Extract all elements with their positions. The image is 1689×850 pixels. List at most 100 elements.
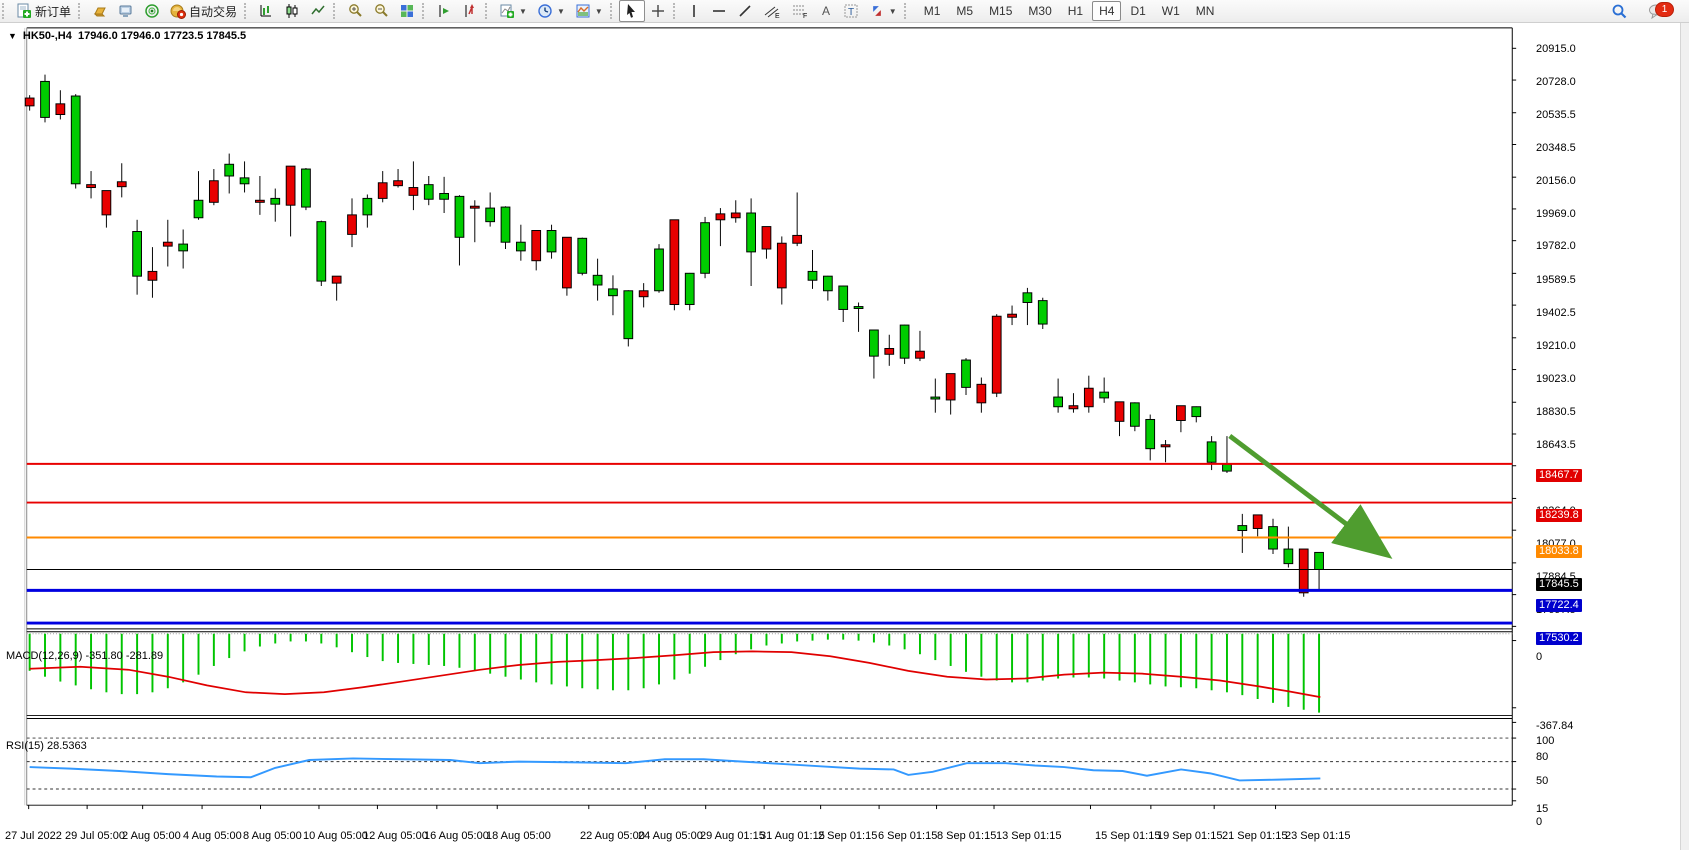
timeframe-M30[interactable]: M30 [1021, 1, 1058, 21]
date-axis-label: 29 Jul 05:00 [65, 830, 125, 842]
gold-button[interactable] [87, 0, 113, 22]
line-chart-button[interactable] [305, 0, 331, 22]
text-tool-button[interactable]: A [814, 0, 838, 22]
toolbar-gripper [673, 3, 680, 19]
rsi-axis-label: 100 [1536, 735, 1554, 747]
line-chart-icon [310, 3, 326, 19]
toolbar-gripper [422, 3, 429, 19]
chart-shift-button[interactable] [457, 0, 483, 22]
bar-chart-icon [258, 3, 274, 19]
toolbar-gripper [333, 3, 340, 19]
timeframe-M1[interactable]: M1 [917, 1, 948, 21]
tile-windows-button[interactable] [394, 0, 420, 22]
toolbar-gripper [904, 3, 911, 19]
price-tick-label: 20535.5 [1536, 109, 1576, 122]
equidistant-channel-icon: E [763, 3, 781, 19]
vertical-line-tool-button[interactable] [682, 0, 706, 22]
chevron-down-icon: ▼ [519, 7, 527, 16]
timeframe-M15[interactable]: M15 [982, 1, 1019, 21]
cursor-tool-button[interactable] [619, 0, 645, 22]
macd-axis-max: 0 [1536, 651, 1542, 663]
price-tick-label: 19589.5 [1536, 274, 1576, 287]
svg-text:E: E [775, 13, 780, 19]
chevron-down-icon: ▼ [595, 7, 603, 16]
periods-button[interactable]: ▼ [532, 0, 570, 22]
date-axis-label: 8 Sep 01:15 [937, 830, 996, 842]
signal-button[interactable] [139, 0, 165, 22]
bar-chart-button[interactable] [253, 0, 279, 22]
candlestick-chart-icon [284, 3, 300, 19]
rsi-axis-label: 50 [1536, 775, 1548, 787]
auto-scroll-icon [436, 3, 452, 19]
timeframe-H1[interactable]: H1 [1061, 1, 1090, 21]
text-label-tool-button[interactable]: T [838, 0, 864, 22]
rsi-axis-label: 0 [1536, 816, 1542, 828]
search-button[interactable] [1606, 0, 1633, 22]
toolbar-gripper [610, 3, 617, 19]
date-axis-label: 13 Sep 01:15 [996, 830, 1061, 842]
date-axis-label: 12 Aug 05:00 [363, 830, 428, 842]
date-axis-label: 22 Aug 05:00 [580, 830, 645, 842]
zoom-in-button[interactable] [342, 0, 368, 22]
text-icon: A [819, 3, 833, 19]
timeframe-M5[interactable]: M5 [949, 1, 980, 21]
level-price-label: 17845.5 [1536, 578, 1582, 591]
trendline-tool-button[interactable] [732, 0, 758, 22]
channel-tool-button[interactable]: E [758, 0, 786, 22]
arrows-tool-button[interactable]: ▼ [864, 0, 902, 22]
candlestick-chart-button[interactable] [279, 0, 305, 22]
zoom-out-icon [373, 3, 389, 19]
svg-text:F: F [803, 13, 807, 19]
horizontal-line-tool-button[interactable] [706, 0, 732, 22]
templates-button[interactable]: ▼ [570, 0, 608, 22]
price-tick-label: 19402.5 [1536, 307, 1576, 320]
new-order-label: 新订单 [35, 3, 71, 20]
date-axis-label: 18 Aug 05:00 [486, 830, 551, 842]
vertical-line-icon [687, 3, 701, 19]
notifications-button[interactable]: 1 [1643, 0, 1679, 22]
price-tick-label: 20728.0 [1536, 76, 1576, 89]
level-price-label: 18033.8 [1536, 545, 1582, 558]
candles [25, 75, 1323, 597]
price-tick-label: 19782.0 [1536, 240, 1576, 253]
zoom-out-button[interactable] [368, 0, 394, 22]
date-axis-label: 29 Aug 01:15 [700, 830, 765, 842]
svg-text:T: T [848, 7, 854, 18]
price-tick-label: 20156.0 [1536, 175, 1576, 188]
clock-icon [537, 3, 553, 19]
rsi-axis-label: 80 [1536, 751, 1548, 763]
crosshair-tool-button[interactable] [645, 0, 671, 22]
main-toolbar: 新订单 自动交易 ▼ ▼ ▼ E F A T ▼ M1M5M15M30H1H4D… [0, 0, 1689, 23]
price-tick-label: 19969.0 [1536, 208, 1576, 221]
price-tick-label: 19210.0 [1536, 340, 1576, 353]
signal-icon [144, 3, 160, 19]
new-order-button[interactable]: 新订单 [11, 0, 76, 22]
chart-window[interactable]: ▼HK50-,H4 17946.0 17946.0 17723.5 17845.… [0, 22, 1689, 850]
timeframe-group: M1M5M15M30H1H4D1W1MN [917, 1, 1222, 21]
fibonacci-icon: F [791, 3, 809, 19]
svg-text:A: A [822, 4, 830, 18]
price-tick-label: 19023.0 [1536, 373, 1576, 386]
notification-badge: 1 [1655, 2, 1674, 17]
rsi-axis-label: 15 [1536, 803, 1548, 815]
date-axis-label: 23 Sep 01:15 [1285, 830, 1350, 842]
toolbar-gripper [78, 3, 85, 19]
terminal-button[interactable] [113, 0, 139, 22]
chart-menu-arrow-icon[interactable]: ▼ [8, 31, 17, 41]
gold-ingot-icon [92, 3, 108, 19]
date-axis-label: 31 Aug 01:15 [760, 830, 825, 842]
auto-trading-button[interactable]: 自动交易 [165, 0, 242, 22]
crosshair-icon [650, 3, 666, 19]
chevron-down-icon: ▼ [889, 7, 897, 16]
timeframe-D1[interactable]: D1 [1123, 1, 1152, 21]
macd-axis-min: -367.84 [1536, 720, 1573, 732]
cursor-icon [624, 3, 640, 19]
price-chart[interactable] [0, 22, 1689, 850]
indicators-button[interactable]: ▼ [494, 0, 532, 22]
trendline-icon [737, 3, 753, 19]
timeframe-W1[interactable]: W1 [1155, 1, 1187, 21]
fibonacci-tool-button[interactable]: F [786, 0, 814, 22]
timeframe-H4[interactable]: H4 [1092, 1, 1121, 21]
auto-scroll-button[interactable] [431, 0, 457, 22]
timeframe-MN[interactable]: MN [1189, 1, 1222, 21]
